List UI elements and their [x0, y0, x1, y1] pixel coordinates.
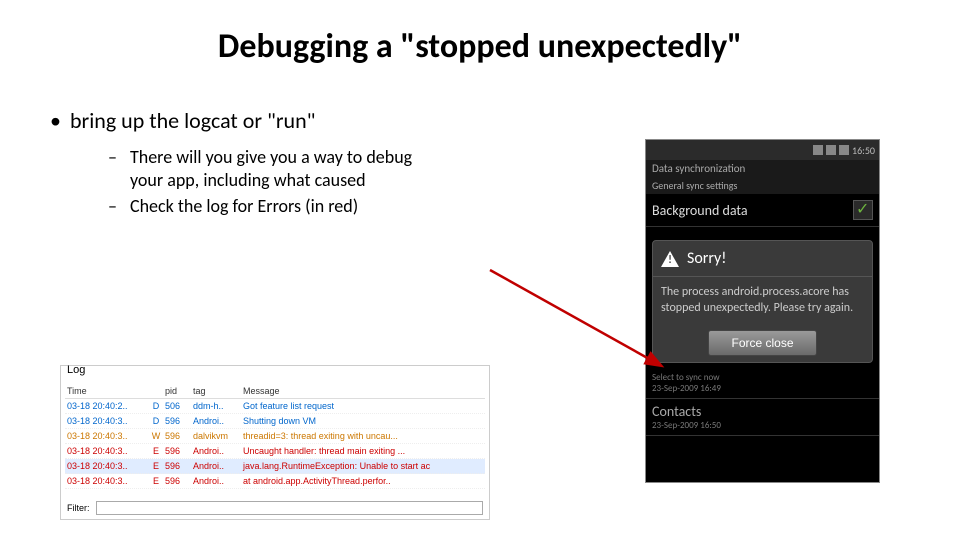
wifi-icon — [826, 145, 836, 155]
table-row[interactable]: 03-18 20:40:3..E596Androi..java.lang.Run… — [65, 459, 485, 474]
bullet-sub-2: Check the log for Errors (in red) — [50, 195, 430, 218]
screen-title: Data synchronization — [646, 160, 879, 177]
error-dialog: Sorry! The process android.process.acore… — [652, 240, 873, 363]
table-row[interactable]: 03-18 20:40:3..E596Androi.. at android.a… — [65, 474, 485, 489]
panel-label: Log — [67, 364, 85, 376]
slide-body: bring up the logcat or "run" There will … — [0, 67, 480, 218]
force-close-button[interactable]: Force close — [708, 330, 816, 356]
filter-input[interactable] — [96, 501, 484, 515]
list-item: Contacts 23-Sep-2009 16:50 — [646, 399, 879, 436]
android-phone-screenshot: 16:50 Data synchronization General sync … — [645, 139, 880, 483]
battery-icon — [839, 145, 849, 155]
table-row[interactable]: 03-18 20:40:2..D506ddm-h..Got feature li… — [65, 399, 485, 414]
setting-label: Background data — [652, 202, 748, 219]
checkmark-icon: ✓ — [856, 203, 870, 217]
dialog-message: The process android.process.acore has st… — [653, 277, 872, 324]
checkbox[interactable]: ✓ — [853, 200, 873, 220]
status-bar: 16:50 — [646, 140, 879, 160]
bullet-sub-1: There will you give you a way to debug y… — [50, 146, 430, 191]
table-row[interactable]: 03-18 20:40:3..W596dalvikvmthreadid=3: t… — [65, 429, 485, 444]
slide-title: Debugging a "stopped unexpectedly" — [0, 0, 960, 67]
list-item: Select to sync now 23-Sep-2009 16:49 — [646, 368, 879, 399]
filter-label: Filter: — [67, 503, 90, 513]
clock-label: 16:50 — [852, 144, 875, 157]
logcat-panel: Log Time pid tag Message 03-18 20:40:2..… — [60, 365, 490, 520]
section-header: General sync settings — [646, 177, 879, 194]
dialog-title: Sorry! — [687, 249, 726, 268]
setting-row-background-data[interactable]: Background data ✓ — [646, 194, 879, 227]
table-header: Time pid tag Message — [65, 384, 485, 398]
bullet-main: bring up the logcat or "run" — [50, 107, 480, 134]
signal-icon — [813, 145, 823, 155]
warning-icon — [661, 251, 679, 267]
table-row[interactable]: 03-18 20:40:3..D596Androi..Shutting down… — [65, 414, 485, 429]
table-row[interactable]: 03-18 20:40:3..E596Androi..Uncaught hand… — [65, 444, 485, 459]
